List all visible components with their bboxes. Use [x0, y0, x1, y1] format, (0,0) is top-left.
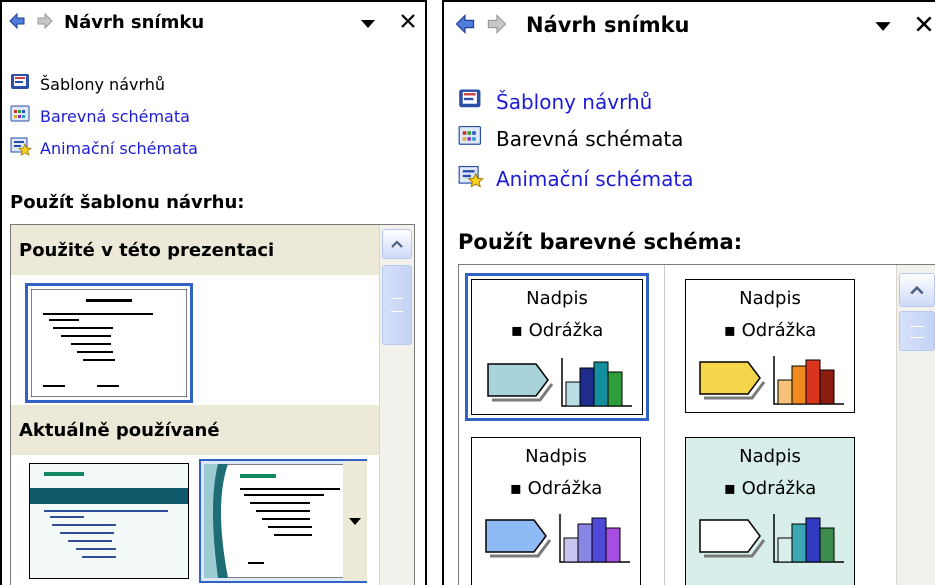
scroll-up-button[interactable] — [899, 273, 935, 307]
templates-icon — [10, 72, 32, 96]
scheme-bullet: ▪ Odrážka — [510, 320, 604, 341]
animation-schemes-label: Animační schémata — [496, 166, 694, 191]
color-schemes-link[interactable]: Barevná schémata — [458, 124, 683, 153]
color-schemes-label: Barevná schémata — [496, 126, 684, 151]
template-thumb-default[interactable] — [25, 283, 193, 403]
template-gallery: Použité v této prezentaci Aktuálně použí… — [10, 224, 415, 585]
task-pane-header-zoomed: Návrh snímku — [444, 2, 935, 46]
dropdown-menu-icon[interactable] — [874, 18, 892, 37]
dropdown-menu-icon[interactable] — [360, 15, 376, 34]
templates-label: Šablony návrhů — [40, 74, 166, 94]
color-schemes-icon — [458, 124, 484, 153]
scheme-preview-graphic — [485, 514, 630, 563]
template-dropdown-button[interactable] — [343, 461, 367, 581]
section-apply-template: Použít šablonu návrhu: — [10, 192, 245, 213]
color-scheme-3[interactable]: Nadpis ▪ Odrážka — [471, 437, 641, 585]
chevron-up-icon — [910, 285, 924, 295]
group-recently-used: Aktuálně používané — [11, 405, 379, 455]
scheme-title: Nadpis — [739, 288, 801, 309]
gallery-divider — [664, 265, 665, 585]
color-schemes-link[interactable]: Barevná schémata — [10, 104, 190, 128]
chevron-up-icon — [391, 240, 403, 248]
animation-schemes-link[interactable]: Animační schémata — [10, 136, 198, 160]
scroll-thumb[interactable] — [382, 265, 412, 345]
color-schemes-icon — [10, 104, 32, 128]
scroll-up-button[interactable] — [382, 229, 412, 259]
template-thumb-recent-2[interactable] — [199, 459, 367, 583]
color-scheme-2[interactable]: Nadpis ▪ Odrážka — [685, 279, 855, 413]
scheme-title: Nadpis — [525, 446, 587, 467]
group-used-in-presentation: Použité v této prezentaci — [11, 225, 379, 275]
task-pane-title: Návrh snímku — [526, 13, 690, 37]
color-schemes-label: Barevná schémata — [40, 106, 190, 126]
scheme-title: Nadpis — [739, 446, 801, 467]
color-scheme-scrollbar[interactable] — [896, 265, 935, 585]
task-pane-header: Návrh snímku — [2, 2, 425, 42]
section-apply-color-scheme: Použít barevné schéma: — [458, 230, 743, 254]
scheme-preview-graphic — [699, 514, 844, 563]
animation-schemes-icon — [10, 136, 33, 160]
back-arrow-icon[interactable] — [8, 12, 26, 34]
forward-arrow-icon[interactable] — [36, 12, 54, 34]
scheme-preview-graphic — [699, 356, 844, 405]
forward-arrow-icon[interactable] — [486, 13, 508, 39]
templates-link[interactable]: Šablony návrhů — [458, 87, 652, 116]
animation-schemes-link[interactable]: Animační schémata — [458, 164, 693, 193]
animation-schemes-icon — [458, 164, 485, 193]
task-pane-right: Návrh snímku Šablony návrhů Barevná sché… — [442, 0, 935, 585]
templates-label: Šablony návrhů — [496, 89, 653, 114]
color-scheme-1[interactable]: Nadpis ▪ Odrážka — [471, 279, 643, 415]
close-icon[interactable] — [914, 14, 934, 38]
scroll-thumb[interactable] — [899, 311, 935, 351]
scheme-preview-graphic — [487, 358, 632, 407]
templates-icon — [458, 87, 484, 116]
scheme-bullet: ▪ Odrážka — [723, 478, 817, 499]
color-scheme-4[interactable]: Nadpis ▪ Odrážka — [685, 437, 855, 585]
scheme-selection-frame: Nadpis ▪ Odrážka — [465, 273, 649, 421]
scheme-bullet: ▪ Odrážka — [723, 320, 817, 341]
back-arrow-icon[interactable] — [454, 13, 476, 39]
animation-schemes-label: Animační schémata — [40, 138, 198, 158]
template-thumb-recent-1[interactable] — [29, 463, 189, 579]
task-pane-left: Návrh snímku Šablony návrhů Barevná sché… — [0, 0, 427, 585]
color-scheme-gallery: Nadpis ▪ Odrážka Nadpis ▪ Odrážka Nadpis… — [458, 264, 935, 585]
chevron-down-icon — [349, 518, 361, 525]
templates-link[interactable]: Šablony návrhů — [10, 72, 165, 96]
scheme-title: Nadpis — [526, 288, 588, 309]
scheme-bullet: ▪ Odrážka — [509, 478, 603, 499]
template-gallery-scrollbar[interactable] — [379, 225, 414, 585]
task-pane-title: Návrh snímku — [64, 12, 205, 33]
close-icon[interactable] — [399, 12, 417, 34]
